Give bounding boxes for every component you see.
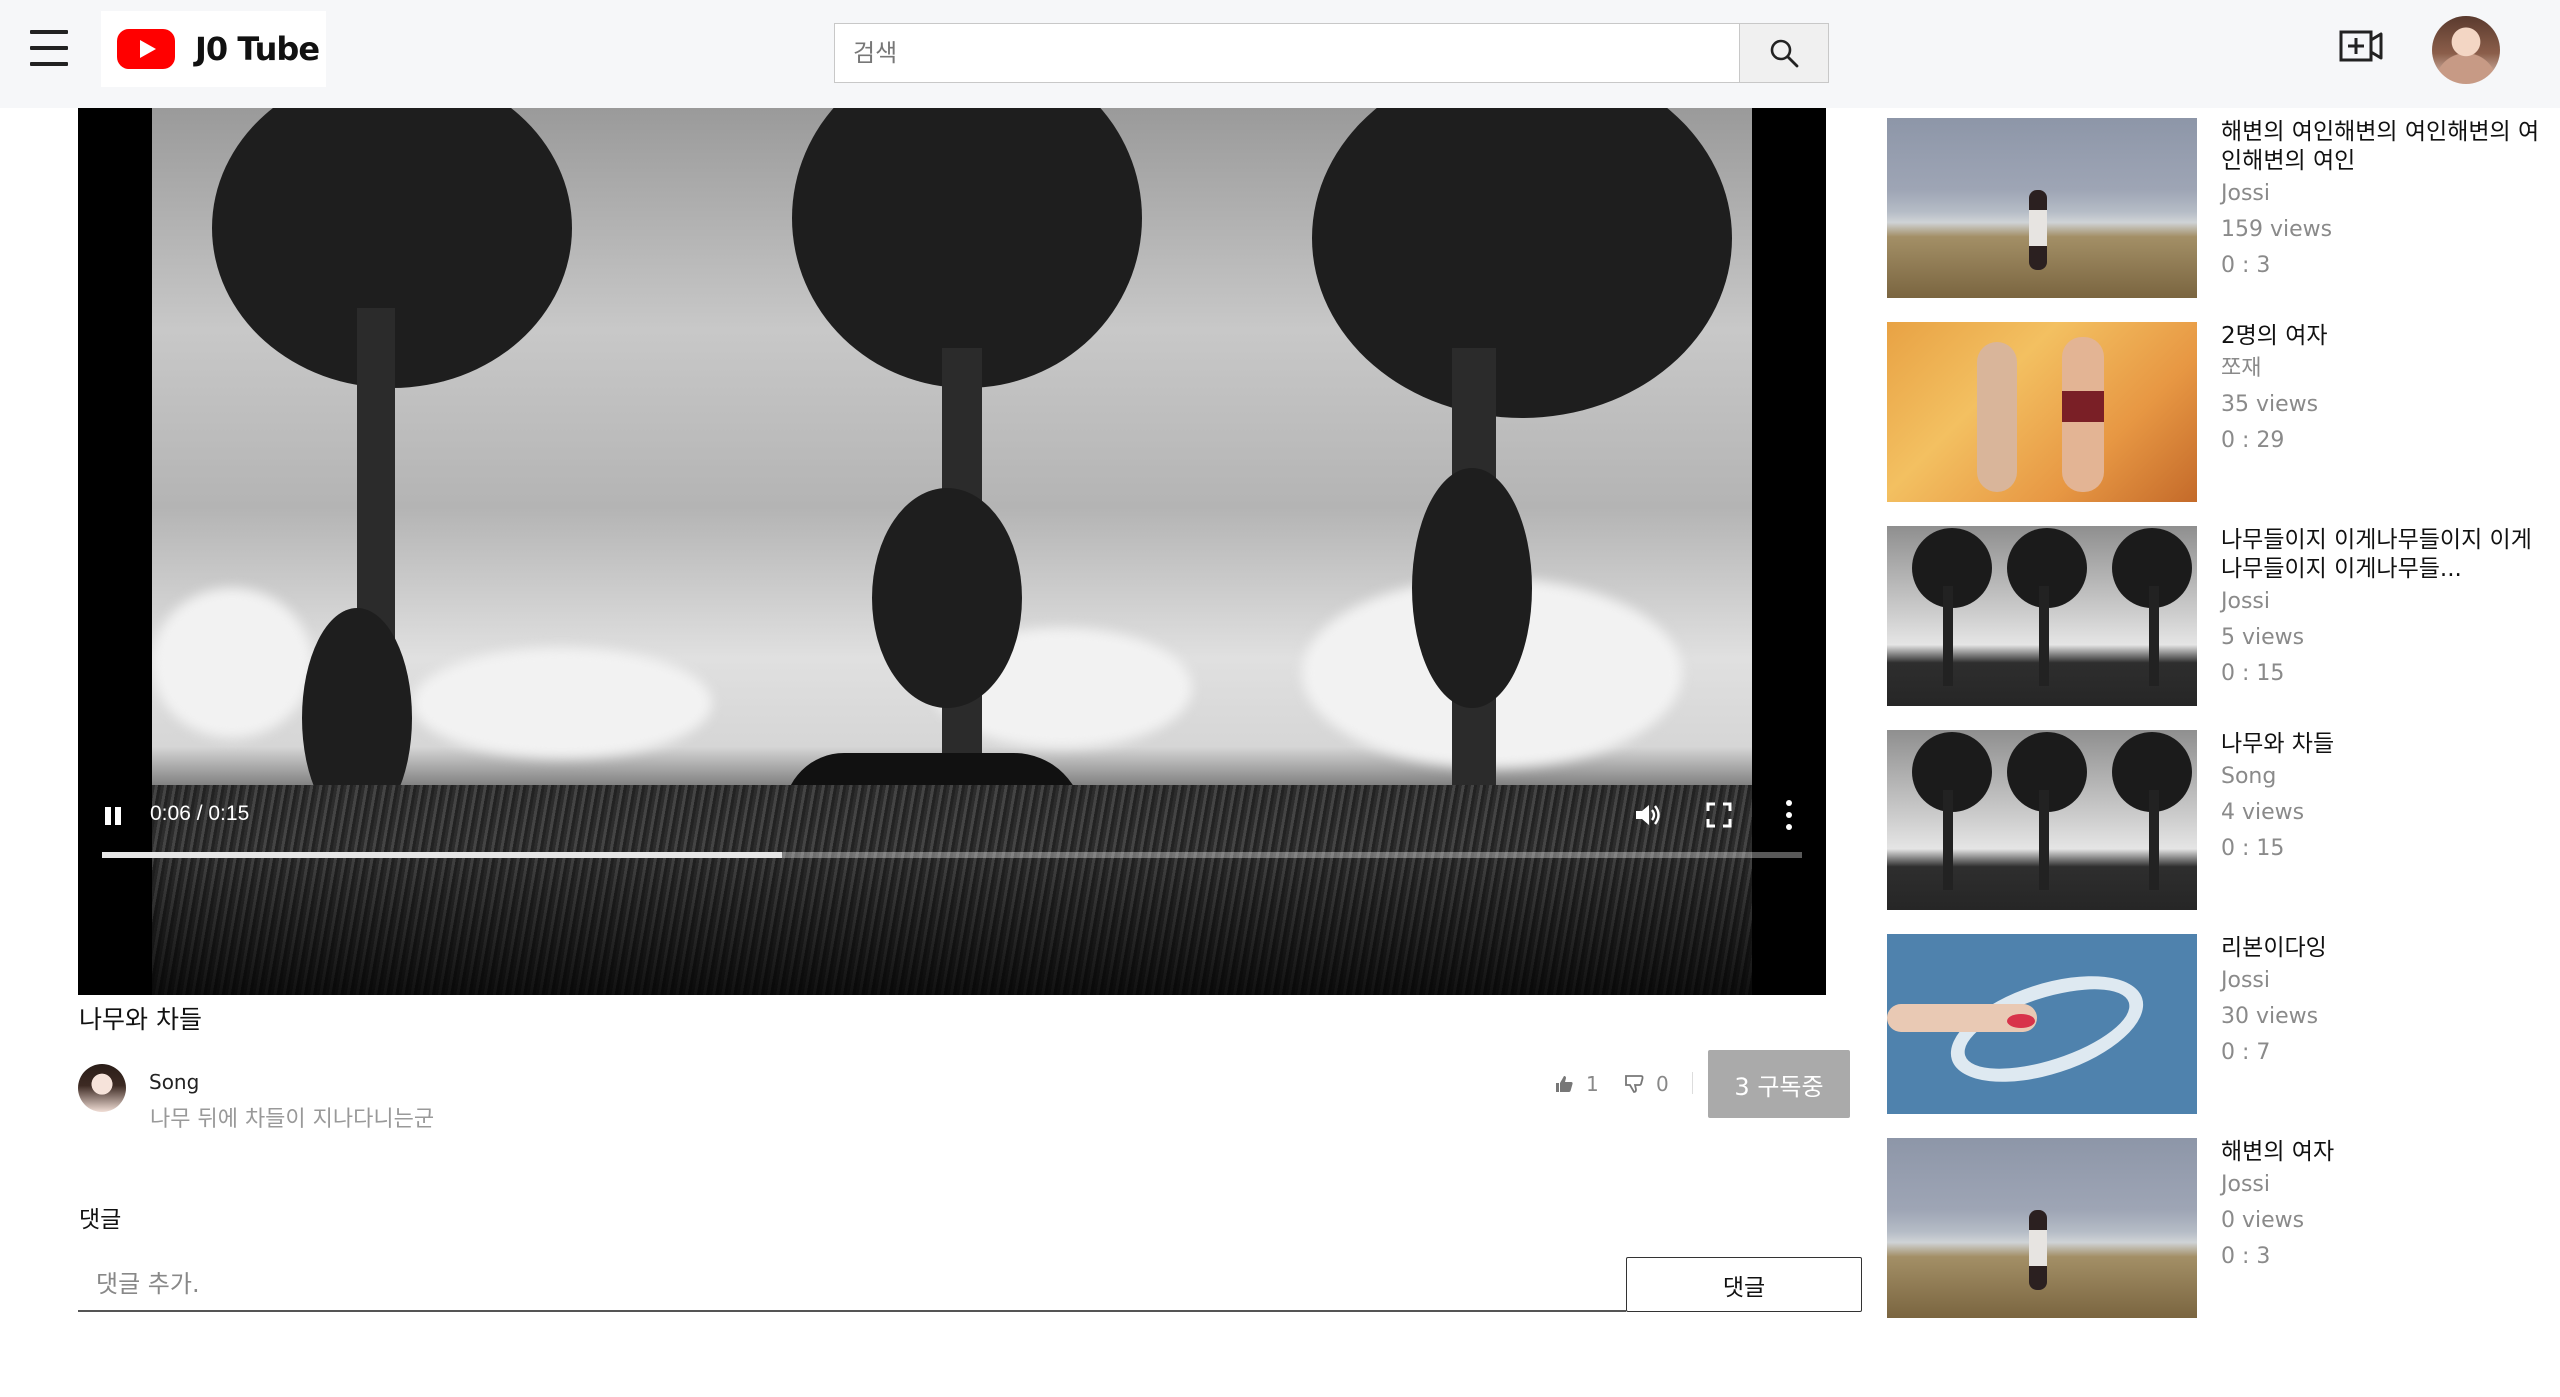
volume-icon[interactable]: [1632, 800, 1662, 830]
related-video-duration: 0 : 15: [2221, 661, 2285, 686]
upload-video-icon[interactable]: [2338, 28, 2384, 68]
related-video-duration: 0 : 29: [2221, 428, 2285, 453]
related-video-channel: Jossi: [2221, 968, 2270, 993]
subscribe-button[interactable]: 3 구독중: [1708, 1050, 1850, 1118]
fullscreen-icon[interactable]: [1706, 802, 1732, 828]
user-avatar[interactable]: [2432, 16, 2500, 84]
related-video-channel: 쪼재: [2221, 356, 2262, 381]
divider: [1692, 1072, 1693, 1094]
pause-icon[interactable]: [102, 805, 124, 829]
video-thumbnail[interactable]: [1887, 526, 2197, 706]
related-video-item[interactable]: 리본이다잉 Jossi 30 views 0 : 7: [1887, 934, 2547, 1114]
search-icon: [1770, 39, 1799, 68]
search-bar: [834, 23, 1829, 83]
progress-bar[interactable]: [102, 852, 1802, 858]
like-count: 1: [1586, 1072, 1599, 1096]
related-video-views: 4 views: [2221, 800, 2305, 825]
related-video-item[interactable]: 해변의 여인해변의 여인해변의 여인해변의 여인 Jossi 159 views…: [1887, 118, 2547, 298]
video-description: 나무 뒤에 차들이 지나다니는군: [150, 1107, 435, 1132]
related-video-title[interactable]: 나무와 차들: [2221, 730, 2541, 759]
search-button[interactable]: [1739, 23, 1829, 83]
channel-avatar[interactable]: [78, 1064, 126, 1112]
progress-fill: [102, 852, 782, 858]
related-video-duration: 0 : 7: [2221, 1040, 2271, 1065]
related-video-duration: 0 : 3: [2221, 1244, 2271, 1269]
related-video-channel: Jossi: [2221, 1172, 2270, 1197]
video-time: 0:06 / 0:15: [150, 802, 250, 825]
video-thumbnail[interactable]: [1887, 1138, 2197, 1318]
video-player[interactable]: [78, 108, 1826, 995]
logo[interactable]: J0 Tube: [101, 11, 326, 87]
related-video-duration: 0 : 15: [2221, 836, 2285, 861]
video-thumbnail[interactable]: [1887, 730, 2197, 910]
dislike-count: 0: [1656, 1072, 1669, 1096]
related-video-views: 30 views: [2221, 1004, 2319, 1029]
related-video-duration: 0 : 3: [2221, 253, 2271, 278]
more-options-icon[interactable]: [1784, 800, 1794, 830]
thumbs-up-icon: [1556, 1076, 1573, 1092]
like-button[interactable]: 1: [1554, 1072, 1599, 1096]
related-video-views: 159 views: [2221, 217, 2333, 242]
video-title: 나무와 차들: [79, 1005, 202, 1034]
related-video-views: 5 views: [2221, 625, 2305, 650]
related-video-title[interactable]: 나무들이지 이게나무들이지 이게나무들이지 이게나무들...: [2221, 526, 2541, 584]
related-video-title[interactable]: 리본이다잉: [2221, 934, 2541, 963]
play-logo-icon: [117, 29, 175, 69]
logo-text: J0 Tube: [195, 30, 320, 68]
related-video-item[interactable]: 나무와 차들 Song 4 views 0 : 15: [1887, 730, 2547, 910]
comment-input[interactable]: [78, 1258, 1626, 1312]
related-video-channel: Jossi: [2221, 589, 2270, 614]
related-video-item[interactable]: 나무들이지 이게나무들이지 이게나무들이지 이게나무들... Jossi 5 v…: [1887, 526, 2547, 706]
related-video-title[interactable]: 해변의 여자: [2221, 1138, 2541, 1167]
related-video-channel: Song: [2221, 764, 2277, 789]
video-thumbnail[interactable]: [1887, 934, 2197, 1114]
related-video-views: 35 views: [2221, 392, 2319, 417]
video-thumbnail[interactable]: [1887, 322, 2197, 502]
search-input[interactable]: [834, 23, 1739, 83]
comments-heading: 댓글: [79, 1207, 122, 1233]
related-video-title[interactable]: 2명의 여자: [2221, 322, 2541, 351]
related-video-item[interactable]: 해변의 여자 Jossi 0 views 0 : 3: [1887, 1138, 2547, 1318]
related-video-views: 0 views: [2221, 1208, 2305, 1233]
channel-name[interactable]: Song: [149, 1070, 199, 1094]
top-header: J0 Tube: [0, 0, 2560, 108]
dislike-button[interactable]: 0: [1624, 1072, 1669, 1096]
related-video-channel: Jossi: [2221, 181, 2270, 206]
comment-submit-button[interactable]: 댓글: [1626, 1257, 1862, 1312]
video-thumbnail[interactable]: [1887, 118, 2197, 298]
menu-icon[interactable]: [30, 28, 70, 68]
thumbs-down-icon: [1625, 1075, 1644, 1093]
related-video-title[interactable]: 해변의 여인해변의 여인해변의 여인해변의 여인: [2221, 118, 2541, 176]
related-video-item[interactable]: 2명의 여자 쪼재 35 views 0 : 29: [1887, 322, 2547, 502]
